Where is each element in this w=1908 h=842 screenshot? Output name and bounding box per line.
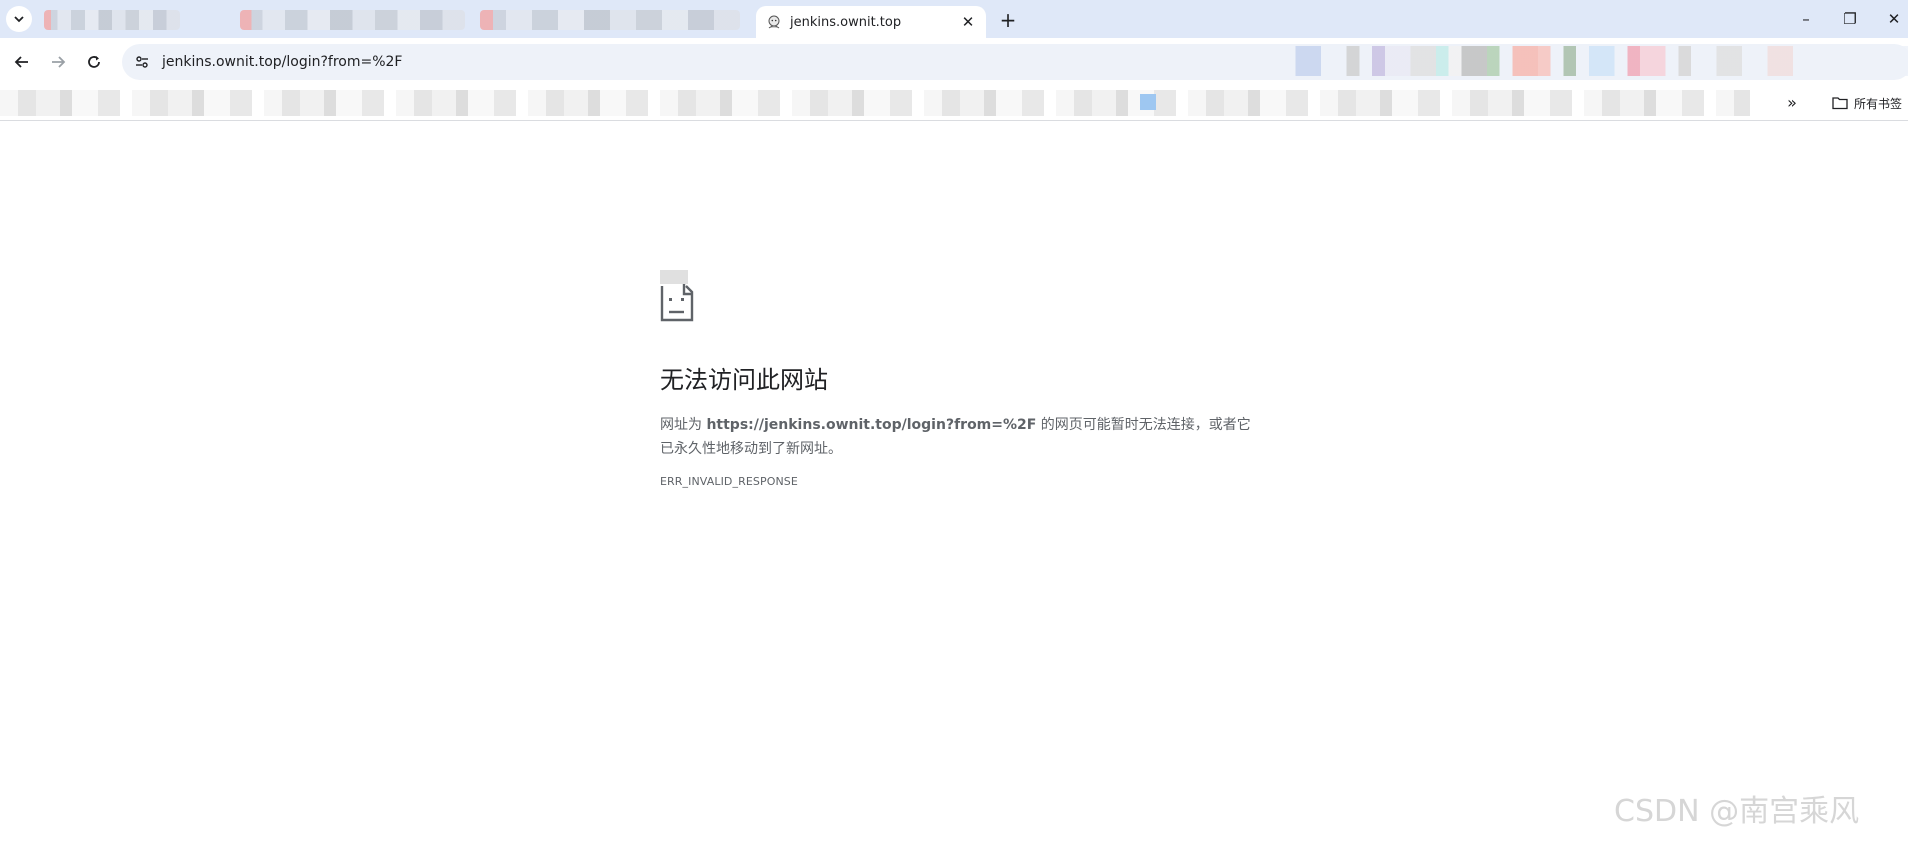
error-title: 无法访问此网站 bbox=[660, 366, 828, 394]
blurred-tab[interactable] bbox=[480, 10, 740, 30]
error-page: 无法访问此网站 网址为 https://jenkins.ownit.top/lo… bbox=[660, 270, 1260, 488]
back-button[interactable] bbox=[8, 48, 36, 76]
folder-icon bbox=[1832, 97, 1848, 110]
new-tab-button[interactable]: + bbox=[996, 8, 1020, 32]
all-bookmarks-button[interactable]: 所有书签 bbox=[1832, 92, 1902, 114]
blurred-bookmarks[interactable] bbox=[0, 90, 1750, 116]
window-close-button[interactable]: ✕ bbox=[1874, 6, 1908, 32]
restore-button[interactable]: ❐ bbox=[1830, 6, 1870, 32]
blurred-tab[interactable] bbox=[44, 10, 180, 30]
blurred-tab[interactable] bbox=[240, 10, 465, 30]
back-icon bbox=[14, 56, 28, 68]
forward-button[interactable] bbox=[44, 48, 72, 76]
reload-icon bbox=[88, 56, 100, 68]
forward-icon bbox=[52, 56, 66, 68]
site-info-button[interactable] bbox=[132, 52, 152, 72]
tab-close-icon[interactable]: ✕ bbox=[958, 13, 978, 31]
active-tab[interactable]: jenkins.ownit.top ✕ bbox=[756, 6, 986, 38]
sad-page-icon bbox=[660, 270, 694, 322]
tab-search-button[interactable] bbox=[6, 6, 32, 32]
address-url[interactable]: jenkins.ownit.top/login?from=%2F bbox=[162, 54, 402, 70]
jenkins-favicon-icon bbox=[768, 15, 780, 29]
blurred-bookmark-icon bbox=[1140, 94, 1156, 110]
bookmarks-overflow-button[interactable]: » bbox=[1780, 92, 1804, 114]
active-tab-title: jenkins.ownit.top bbox=[790, 14, 902, 30]
error-code: ERR_INVALID_RESPONSE bbox=[660, 475, 798, 488]
site-info-icon bbox=[136, 56, 148, 68]
bookmarks-bar: » 所有书签 bbox=[0, 86, 1908, 121]
blurred-extensions[interactable] bbox=[1270, 46, 1908, 76]
toolbar: jenkins.ownit.top/login?from=%2F bbox=[0, 38, 1908, 86]
tab-strip: jenkins.ownit.top ✕ + – ❐ ✕ bbox=[0, 0, 1908, 38]
chevron-down-icon bbox=[14, 16, 24, 23]
all-bookmarks-label: 所有书签 bbox=[1854, 96, 1903, 111]
watermark: CSDN @南宫乘风 bbox=[1614, 794, 1860, 829]
error-desc-prefix: 网址为 bbox=[660, 417, 707, 433]
error-description: 网址为 https://jenkins.ownit.top/login?from… bbox=[660, 413, 1260, 461]
minimize-button[interactable]: – bbox=[1786, 6, 1826, 32]
reload-button[interactable] bbox=[80, 48, 108, 76]
error-desc-url: https://jenkins.ownit.top/login?from=%2F bbox=[706, 417, 1037, 433]
